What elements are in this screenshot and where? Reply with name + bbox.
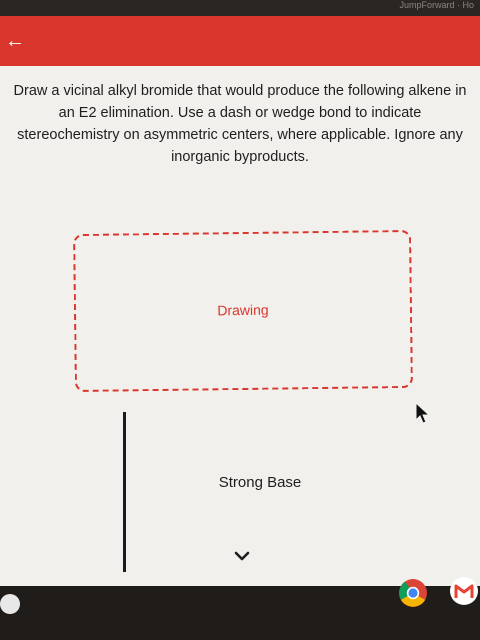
topbar-text: JumpForward · Ho <box>399 0 474 10</box>
drawing-area[interactable]: Drawing <box>73 229 413 393</box>
launcher-icon[interactable] <box>0 594 20 614</box>
app-header <box>0 16 480 66</box>
drawing-label: Drawing <box>217 301 269 319</box>
reagent-label: Strong Base <box>218 474 302 491</box>
system-top-bar: JumpForward · Ho <box>0 0 480 16</box>
chevron-down-icon[interactable] <box>232 546 252 566</box>
back-arrow-icon[interactable]: ← <box>2 26 28 56</box>
question-prompt: Draw a vicinal alkyl bromide that would … <box>13 83 467 165</box>
chrome-icon[interactable] <box>398 578 428 608</box>
reaction-arrow-line <box>123 412 126 572</box>
gmail-icon[interactable] <box>448 576 480 606</box>
mouse-cursor-icon <box>415 402 430 424</box>
